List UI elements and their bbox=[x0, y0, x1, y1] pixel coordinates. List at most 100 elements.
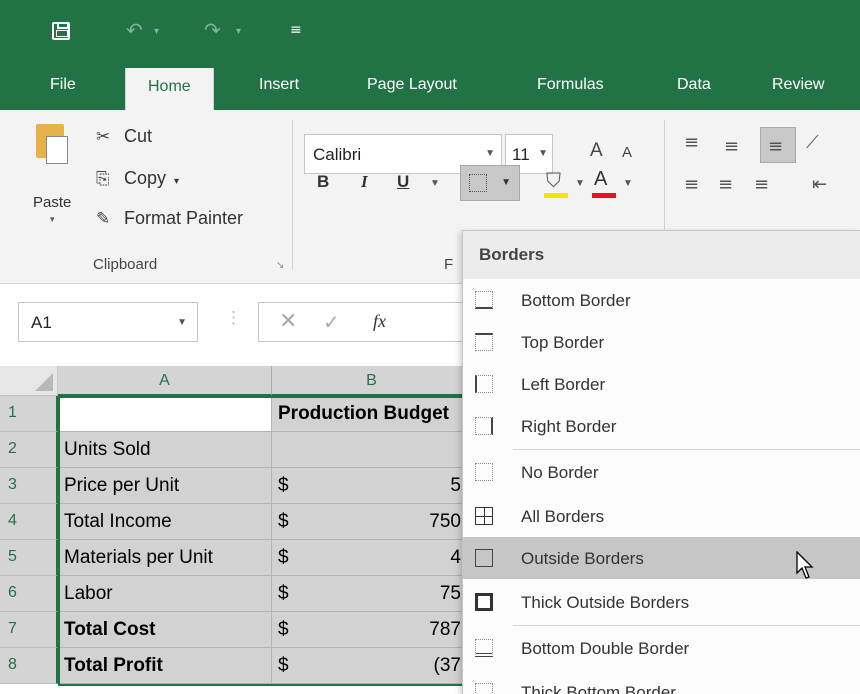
menu-item-no-border[interactable]: No Border bbox=[463, 451, 860, 493]
select-all-button[interactable] bbox=[0, 366, 58, 396]
cell-b7[interactable]: $ 787 bbox=[272, 612, 472, 648]
cell-a7[interactable]: Total Cost bbox=[58, 612, 272, 648]
cell-value: 787 bbox=[429, 619, 461, 640]
top-align-icon[interactable]: ≡ bbox=[684, 132, 699, 153]
currency-symbol: $ bbox=[278, 583, 289, 604]
formula-buttons: ✕ ✓ fx bbox=[258, 302, 468, 342]
cell-a4[interactable]: Total Income bbox=[58, 504, 272, 540]
paste-dropdown-icon[interactable]: ▾ bbox=[50, 214, 55, 225]
menu-separator bbox=[513, 449, 860, 450]
font-color-dropdown-icon[interactable]: ▼ bbox=[623, 178, 633, 189]
font-color-icon[interactable]: A bbox=[594, 168, 607, 191]
enter-icon[interactable]: ✓ bbox=[323, 310, 340, 334]
cell-a6[interactable]: Labor bbox=[58, 576, 272, 612]
tab-insert[interactable]: Insert bbox=[259, 76, 299, 94]
cell-value: 75 bbox=[439, 583, 461, 604]
cell-b3[interactable]: $ 5 bbox=[272, 468, 472, 504]
thick-bottom-border-icon bbox=[475, 683, 493, 694]
menu-item-label: Bottom Double Border bbox=[521, 639, 690, 658]
row-header[interactable]: 4 bbox=[0, 504, 58, 540]
cell-b4[interactable]: $ 750 bbox=[272, 504, 472, 540]
cell-a2[interactable]: Units Sold bbox=[58, 432, 272, 468]
row-header[interactable]: 8 bbox=[0, 648, 58, 684]
increase-font-size-icon[interactable]: A bbox=[590, 140, 603, 162]
tab-home[interactable]: Home bbox=[125, 68, 214, 110]
name-box-value: A1 bbox=[31, 313, 52, 332]
menu-item-label: Thick Outside Borders bbox=[521, 593, 690, 612]
redo-dropdown-icon[interactable]: ▾ bbox=[236, 26, 241, 37]
menu-item-bottom-double-border[interactable]: Bottom Double Border bbox=[463, 627, 860, 669]
menu-item-left-border[interactable]: Left Border bbox=[463, 363, 860, 405]
row-header[interactable]: 6 bbox=[0, 576, 58, 612]
paste-button[interactable]: Paste bbox=[33, 194, 71, 211]
customize-qat-icon[interactable]: ≡ bbox=[290, 22, 302, 38]
italic-button[interactable]: I bbox=[361, 172, 368, 192]
column-header-a[interactable]: A bbox=[58, 366, 272, 396]
copy-dropdown-icon[interactable]: ▾ bbox=[174, 176, 179, 187]
menu-item-thick-outside-borders[interactable]: Thick Outside Borders bbox=[463, 581, 860, 623]
menu-item-bottom-border[interactable]: Bottom Border bbox=[463, 279, 860, 321]
middle-align-icon[interactable]: ≡ bbox=[724, 136, 739, 157]
undo-icon[interactable]: ↶ bbox=[126, 18, 143, 42]
format-painter-button[interactable]: ✎ Format Painter bbox=[96, 208, 243, 229]
quick-access-toolbar: ↶ ▾ ↷ ▾ ≡ bbox=[0, 0, 860, 60]
row-header[interactable]: 7 bbox=[0, 612, 58, 648]
menu-item-label: No Border bbox=[521, 463, 599, 482]
row-header[interactable]: 5 bbox=[0, 540, 58, 576]
chevron-down-icon: ▼ bbox=[538, 148, 548, 159]
splitter-icon[interactable]: ⋮ bbox=[225, 308, 242, 328]
align-center-icon[interactable]: ≡ bbox=[718, 174, 733, 195]
tab-page-layout[interactable]: Page Layout bbox=[367, 76, 457, 94]
column-header-b[interactable]: B bbox=[272, 366, 472, 396]
font-color-swatch bbox=[592, 193, 616, 198]
align-left-icon[interactable]: ≡ bbox=[684, 174, 699, 195]
borders-menu: Borders Bottom Border Top Border Left Bo… bbox=[462, 230, 860, 694]
decrease-indent-icon[interactable]: ⇤ bbox=[812, 174, 827, 195]
decrease-font-size-icon[interactable]: A bbox=[622, 144, 632, 161]
cell-b6[interactable]: $ 75 bbox=[272, 576, 472, 612]
paste-icon[interactable] bbox=[36, 124, 68, 164]
underline-dropdown-icon[interactable]: ▼ bbox=[430, 178, 440, 189]
redo-icon[interactable]: ↷ bbox=[204, 18, 221, 42]
menu-item-top-border[interactable]: Top Border bbox=[463, 321, 860, 363]
borders-button[interactable]: ▼ bbox=[460, 165, 520, 201]
borders-menu-title: Borders bbox=[463, 231, 860, 279]
cell-b2[interactable] bbox=[272, 432, 472, 468]
cell-a1[interactable] bbox=[58, 396, 272, 432]
top-border-icon bbox=[475, 333, 493, 351]
font-group-label: F bbox=[444, 256, 454, 273]
cell-b5[interactable]: $ 4 bbox=[272, 540, 472, 576]
menu-item-right-border[interactable]: Right Border bbox=[463, 405, 860, 447]
menu-item-thick-bottom-border[interactable]: Thick Bottom Border bbox=[463, 671, 860, 694]
tab-data[interactable]: Data bbox=[677, 76, 711, 94]
cut-label: Cut bbox=[124, 126, 153, 146]
undo-dropdown-icon[interactable]: ▾ bbox=[154, 26, 159, 37]
copy-button[interactable]: ⎘ Copy ▾ bbox=[96, 168, 179, 189]
cell-b8[interactable]: $ (37 bbox=[272, 648, 472, 684]
clipboard-launcher-icon[interactable]: ↘ bbox=[276, 260, 284, 271]
tab-review[interactable]: Review bbox=[772, 76, 824, 94]
tab-formulas[interactable]: Formulas bbox=[537, 76, 604, 94]
cut-button[interactable]: ✂ Cut bbox=[96, 126, 152, 147]
orientation-icon[interactable]: ⟋ bbox=[806, 132, 819, 153]
name-box[interactable]: A1 ▼ bbox=[18, 302, 198, 342]
cell-a8[interactable]: Total Profit bbox=[58, 648, 272, 684]
row-header[interactable]: 3 bbox=[0, 468, 58, 504]
save-icon[interactable] bbox=[52, 22, 70, 40]
menu-item-all-borders[interactable]: All Borders bbox=[463, 495, 860, 537]
tab-file[interactable]: File bbox=[50, 76, 76, 94]
row-header[interactable]: 1 bbox=[0, 396, 58, 432]
currency-symbol: $ bbox=[278, 655, 289, 676]
fill-color-icon[interactable]: ⛉ bbox=[546, 168, 561, 192]
cell-a5[interactable]: Materials per Unit bbox=[58, 540, 272, 576]
bold-button[interactable]: B bbox=[317, 172, 329, 192]
align-right-icon[interactable]: ≡ bbox=[754, 174, 769, 195]
cell-a3[interactable]: Price per Unit bbox=[58, 468, 272, 504]
left-border-icon bbox=[475, 375, 493, 393]
row-header[interactable]: 2 bbox=[0, 432, 58, 468]
underline-button[interactable]: U bbox=[397, 172, 409, 192]
insert-function-icon[interactable]: fx bbox=[373, 311, 386, 332]
cancel-icon[interactable]: ✕ bbox=[279, 309, 297, 334]
fill-color-dropdown-icon[interactable]: ▼ bbox=[575, 178, 585, 189]
cell-b1[interactable]: Production Budget bbox=[272, 396, 472, 432]
